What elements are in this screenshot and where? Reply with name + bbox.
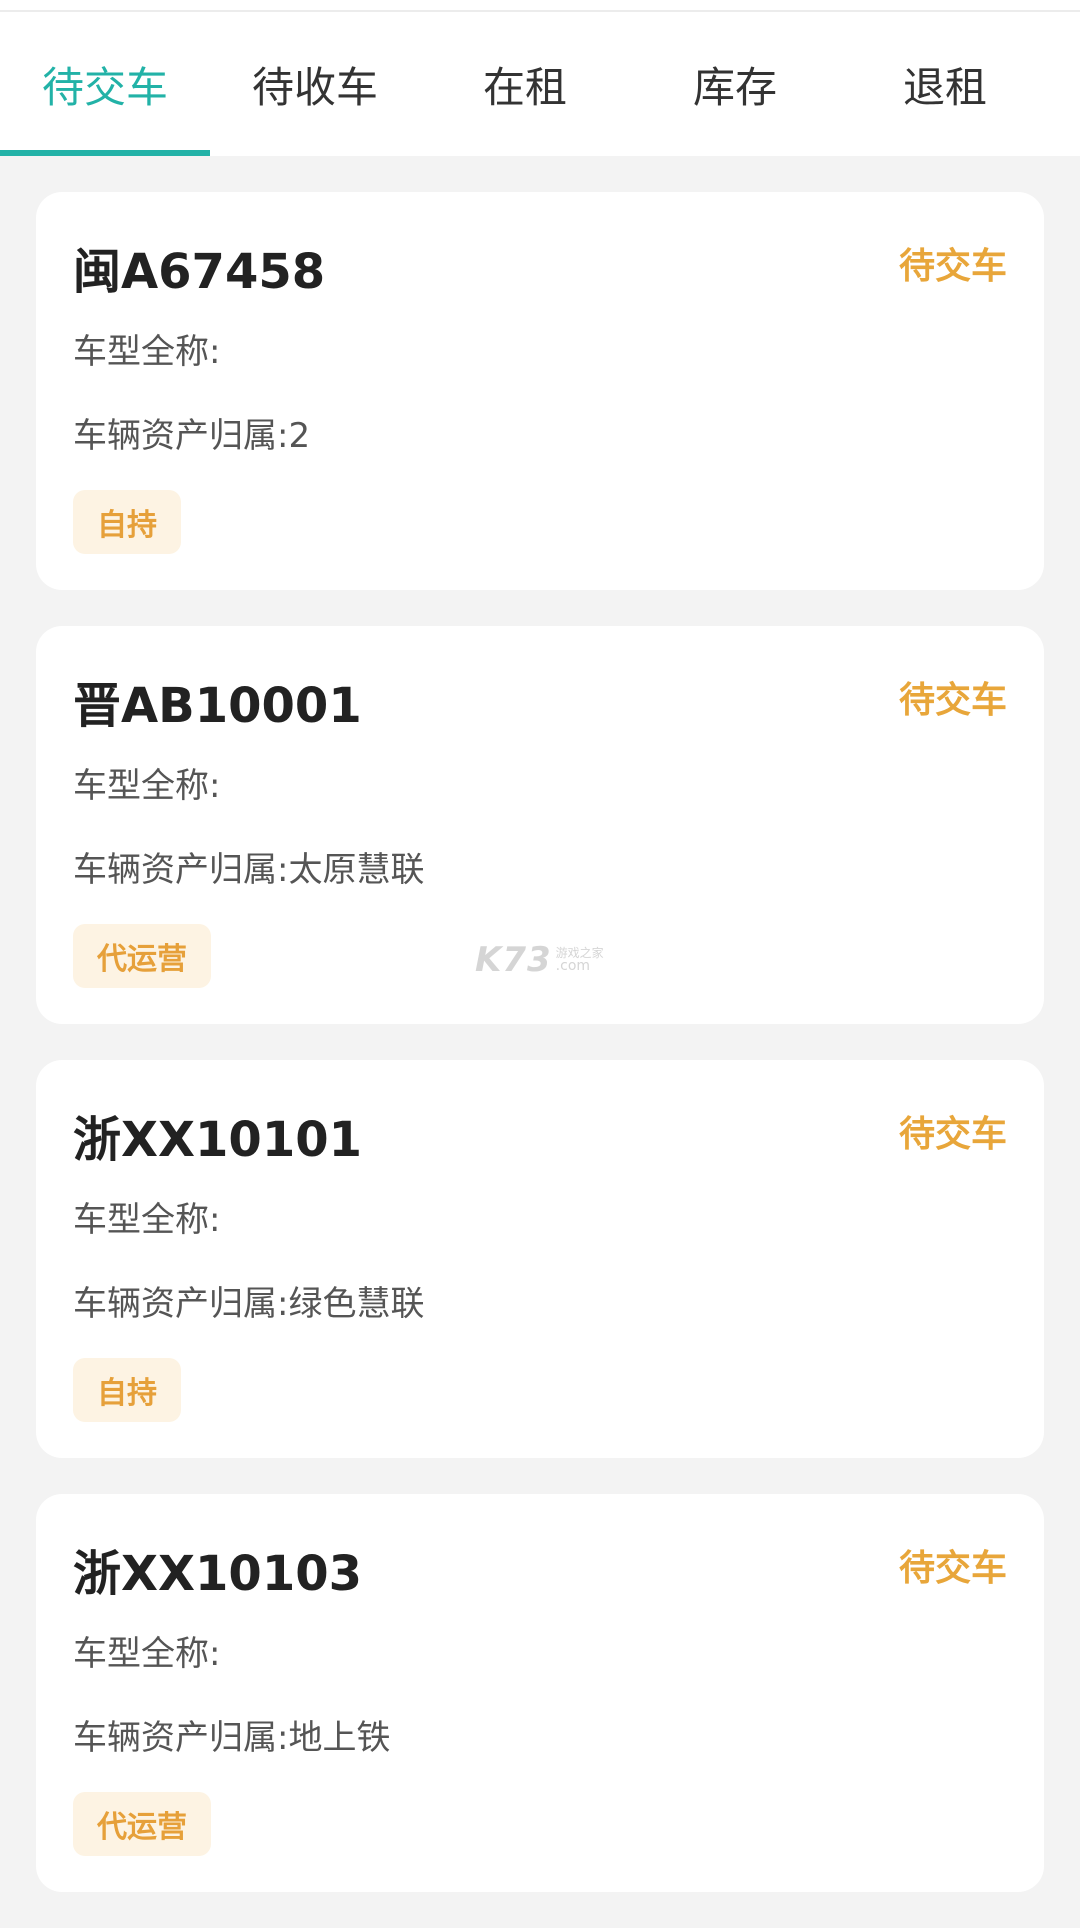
plate-number: 浙XX10103 xyxy=(73,1546,363,1602)
plate-number: 闽A67458 xyxy=(73,244,326,300)
operation-tag: 代运营 xyxy=(73,924,211,988)
model-full-name: 车型全称: xyxy=(73,332,221,372)
model-full-name: 车型全称: xyxy=(73,766,221,806)
plate-number: 浙XX10101 xyxy=(73,1112,363,1168)
tab-label: 待交车 xyxy=(41,62,168,112)
asset-ownership: 车辆资产归属:2 xyxy=(73,416,311,456)
vehicle-card[interactable]: 浙XX10101 待交车 车型全称: 车辆资产归属:绿色慧联 自持 xyxy=(36,1060,1044,1458)
tab-label: 待收车 xyxy=(251,62,378,112)
status-label: 待交车 xyxy=(898,1114,1007,1155)
tab-renting[interactable]: 在租 xyxy=(420,12,630,156)
status-label: 待交车 xyxy=(898,680,1007,721)
vehicle-card[interactable]: 晋AB10001 待交车 车型全称: 车辆资产归属:太原慧联 代运营 xyxy=(36,626,1044,1024)
tab-pending-delivery[interactable]: 待交车 xyxy=(0,12,210,156)
asset-ownership: 车辆资产归属:绿色慧联 xyxy=(73,1284,425,1324)
status-label: 待交车 xyxy=(898,246,1007,287)
model-full-name: 车型全称: xyxy=(73,1634,221,1674)
asset-ownership: 车辆资产归属:地上铁 xyxy=(73,1718,391,1758)
tab-label: 退租 xyxy=(902,62,987,112)
plate-number: 晋AB10001 xyxy=(73,678,362,734)
tab-label: 库存 xyxy=(692,62,777,112)
model-full-name: 车型全称: xyxy=(73,1200,221,1240)
operation-tag: 代运营 xyxy=(73,1792,211,1856)
top-divider xyxy=(0,0,1080,12)
tab-label: 在租 xyxy=(482,62,567,112)
vehicle-list: 闽A67458 待交车 车型全称: 车辆资产归属:2 自持 晋AB10001 待… xyxy=(36,192,1044,1928)
operation-tag: 自持 xyxy=(73,490,181,554)
vehicle-card[interactable]: 浙XX10103 待交车 车型全称: 车辆资产归属:地上铁 代运营 xyxy=(36,1494,1044,1892)
status-label: 待交车 xyxy=(898,1548,1007,1589)
status-tabs: 待交车 待收车 在租 库存 退租 xyxy=(0,12,1080,156)
tab-returned[interactable]: 退租 xyxy=(840,12,1050,156)
asset-ownership: 车辆资产归属:太原慧联 xyxy=(73,850,425,890)
tab-inventory[interactable]: 库存 xyxy=(630,12,840,156)
tab-pending-return[interactable]: 待收车 xyxy=(210,12,420,156)
vehicle-card[interactable]: 闽A67458 待交车 车型全称: 车辆资产归属:2 自持 xyxy=(36,192,1044,590)
operation-tag: 自持 xyxy=(73,1358,181,1422)
